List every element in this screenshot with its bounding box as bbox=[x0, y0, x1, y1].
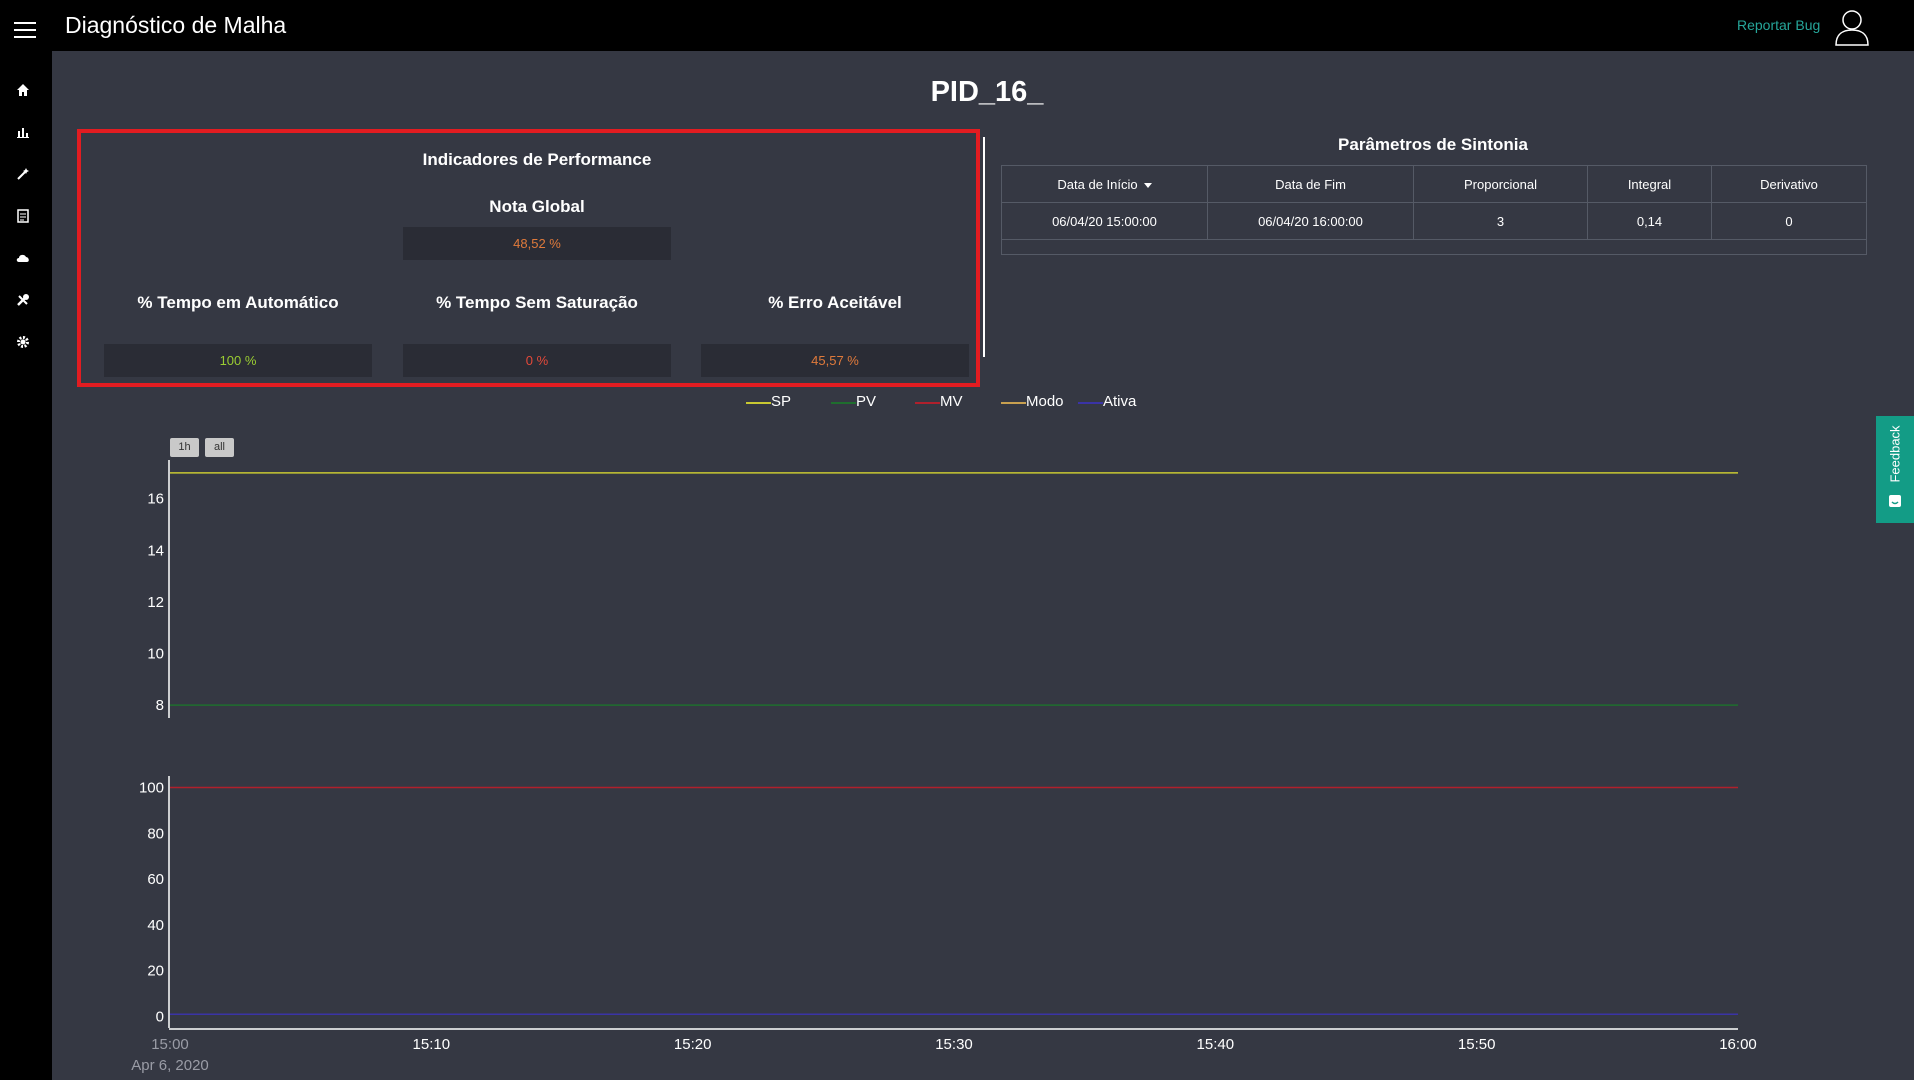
top-y-tick-label: 16 bbox=[147, 491, 164, 508]
x-tick-label: 15:40 bbox=[1197, 1036, 1235, 1053]
top-y-tick-label: 10 bbox=[147, 646, 164, 663]
bottom-panel: 0 20 40 60 80 100 bbox=[139, 776, 1738, 1028]
column-header-derivative[interactable]: Derivativo bbox=[1711, 166, 1866, 203]
magic-wand-icon[interactable] bbox=[16, 167, 30, 181]
cell-derivative: 0 bbox=[1711, 202, 1866, 240]
tuning-table: Data de Início Data de Fim Proporcional … bbox=[1001, 165, 1867, 255]
bar-chart-icon[interactable] bbox=[16, 125, 30, 139]
table-row[interactable]: 06/04/20 15:00:00 06/04/20 16:00:00 3 0,… bbox=[1002, 202, 1866, 240]
acceptable-error-label: % Erro Aceitável bbox=[768, 293, 902, 312]
top-bar: Diagnóstico de Malha Reportar Bug bbox=[0, 0, 1914, 51]
tuning-title: Parâmetros de Sintonia bbox=[1338, 135, 1528, 154]
performance-title: Indicadores de Performance bbox=[422, 150, 652, 169]
legend-swatch bbox=[915, 402, 940, 404]
global-score-value: 48,52 % bbox=[403, 227, 671, 260]
sidebar bbox=[0, 51, 52, 1080]
x-tick-label: 15:50 bbox=[1458, 1036, 1496, 1053]
legend-label: Ativa bbox=[1103, 393, 1137, 410]
x-axis: 15:00 15:10 15:20 15:30 15:40 15:50 16:00 Apr 6… bbox=[131, 1028, 1757, 1074]
cell-start-date: 06/04/20 15:00:00 bbox=[1002, 202, 1208, 240]
x-tick-label: 15:10 bbox=[413, 1036, 451, 1053]
top-y-tick-label: 8 bbox=[156, 697, 164, 714]
home-icon[interactable] bbox=[16, 83, 30, 97]
top-y-tick-label: 12 bbox=[147, 594, 164, 611]
top-y-tick-label: 14 bbox=[147, 542, 164, 559]
legend-swatch bbox=[1078, 402, 1103, 404]
no-saturation-label: % Tempo Sem Saturação bbox=[436, 293, 638, 312]
sort-caret-icon[interactable] bbox=[1143, 182, 1152, 188]
legend-label: SP bbox=[771, 393, 792, 410]
legend-swatch bbox=[1001, 402, 1026, 404]
no-saturation-value: 0 % bbox=[403, 344, 671, 377]
tools-icon[interactable] bbox=[16, 293, 30, 307]
global-score-label: Nota Global bbox=[489, 197, 585, 216]
cloud-icon[interactable] bbox=[16, 251, 30, 265]
x-tick-label: 15:30 bbox=[935, 1036, 973, 1053]
gear-icon[interactable] bbox=[16, 335, 30, 349]
x-tick-label: 15:20 bbox=[674, 1036, 712, 1053]
feedback-label: Feedback bbox=[1887, 425, 1903, 483]
document-icon[interactable] bbox=[16, 209, 30, 223]
x-date-label: Apr 6, 2020 bbox=[131, 1057, 209, 1074]
table-header-row: Data de Início Data de Fim Proporcional … bbox=[1002, 166, 1866, 203]
acceptable-error-value: 45,57 % bbox=[701, 344, 969, 377]
feedback-tab[interactable]: Feedback bbox=[1876, 416, 1914, 523]
legend-swatch bbox=[831, 402, 856, 404]
bottom-y-tick-label: 100 bbox=[139, 779, 164, 796]
report-bug-link[interactable]: Reportar Bug bbox=[1737, 17, 1820, 33]
panel-divider bbox=[983, 137, 985, 357]
chart-legend: SP PV MV Modo Ativa bbox=[0, 391, 1914, 415]
chat-icon bbox=[1889, 495, 1901, 507]
column-header-end-date[interactable]: Data de Fim bbox=[1207, 166, 1414, 203]
bottom-y-tick-label: 0 bbox=[156, 1009, 164, 1026]
hamburger-menu-icon[interactable] bbox=[14, 22, 36, 38]
cell-integral: 0,14 bbox=[1587, 202, 1712, 240]
auto-time-label: % Tempo em Automático bbox=[137, 293, 339, 312]
range-1h-button[interactable]: 1h bbox=[170, 438, 199, 457]
range-all-button[interactable]: all bbox=[205, 438, 234, 457]
user-avatar-icon[interactable] bbox=[1834, 8, 1870, 46]
column-header-start-date[interactable]: Data de Início bbox=[1002, 166, 1208, 203]
x-tick-label: 16:00 bbox=[1719, 1036, 1757, 1053]
bottom-y-tick-label: 60 bbox=[147, 871, 164, 888]
top-panel: 8 10 12 14 16 bbox=[147, 460, 1738, 718]
legend-swatch bbox=[746, 402, 771, 404]
bottom-y-tick-label: 20 bbox=[147, 963, 164, 980]
column-header-integral[interactable]: Integral bbox=[1587, 166, 1712, 203]
bottom-y-tick-label: 80 bbox=[147, 825, 164, 842]
cell-end-date: 06/04/20 16:00:00 bbox=[1207, 202, 1414, 240]
cell-proportional: 3 bbox=[1413, 202, 1588, 240]
legend-label: MV bbox=[940, 393, 963, 410]
bottom-y-tick-label: 40 bbox=[147, 917, 164, 934]
legend-label: PV bbox=[856, 393, 877, 410]
auto-time-value: 100 % bbox=[104, 344, 372, 377]
column-header-proportional[interactable]: Proporcional bbox=[1413, 166, 1588, 203]
page-title: PID_16_ bbox=[930, 76, 1044, 108]
app-title: Diagnóstico de Malha bbox=[65, 12, 287, 38]
x-tick-label: 15:00 bbox=[151, 1036, 189, 1053]
legend-label: Modo bbox=[1026, 393, 1064, 410]
